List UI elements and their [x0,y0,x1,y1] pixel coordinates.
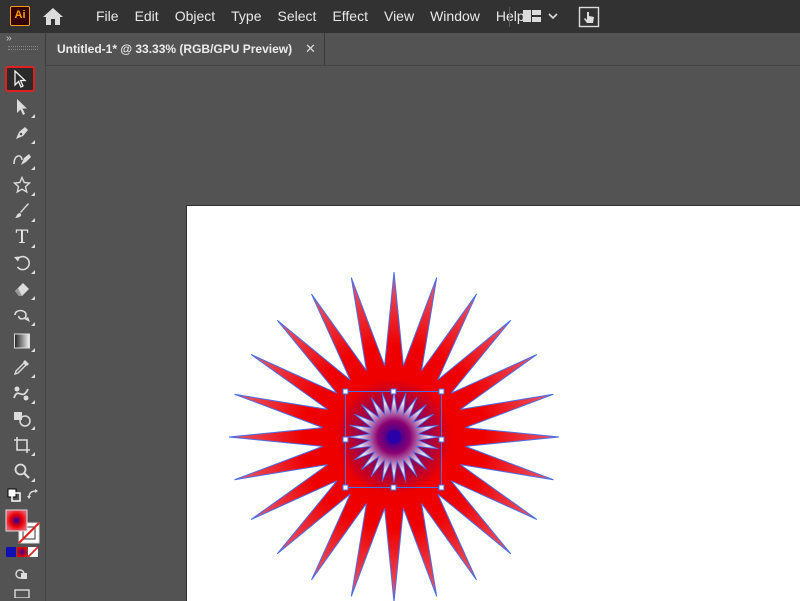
curvature-tool-icon [13,154,31,165]
fill-swatch [5,509,28,532]
drawing-mode-button[interactable] [8,565,36,583]
panel-grip[interactable] [8,46,38,50]
menu-type[interactable]: Type [223,0,269,33]
eraser-tool-button[interactable] [8,277,36,301]
type-tool-button[interactable]: T [8,225,36,249]
menu-bar: Ai File Edit Object Type Select Effect V… [0,0,800,33]
direct-selection-tool-icon [17,99,27,115]
chevron-down-icon [548,13,558,20]
fill-stroke-swatches[interactable] [5,509,41,545]
swap-fill-stroke-button[interactable] [24,485,42,505]
default-colors-icon [7,488,21,502]
document-tab-title: Untitled-1* @ 33.33% (RGB/GPU Preview) [57,42,293,56]
star-tool-icon [13,176,31,194]
menu-window[interactable]: Window [422,0,488,33]
document-tab-bar: Untitled-1* @ 33.33% (RGB/GPU Preview) ✕ [45,33,800,65]
draw-mode-icon [15,569,27,579]
touch-hand-icon [578,6,600,28]
artboard-tool-button[interactable] [8,433,36,457]
document-tab[interactable]: Untitled-1* @ 33.33% (RGB/GPU Preview) ✕ [46,33,325,65]
canvas-area[interactable] [45,65,800,601]
workspace-layout-icon [523,10,558,22]
screen-mode-icon [14,589,30,598]
artwork-layer[interactable] [46,66,800,601]
rotate-tool-icon [14,255,30,271]
menu-items: File Edit Object Type Select Effect View… [88,0,533,33]
home-icon[interactable] [42,7,64,26]
selection-handle[interactable] [438,484,445,491]
curvature-tool-button[interactable] [8,147,36,171]
tools-panel: ›› T [0,33,45,600]
selection-handle[interactable] [438,436,445,443]
pen-tool-icon [16,127,28,139]
zoom-tool-button[interactable] [8,459,36,483]
warp-tool-button[interactable] [8,303,36,327]
eraser-tool-icon [15,283,29,296]
warp-tool-icon [14,309,30,322]
menu-select[interactable]: Select [270,0,325,33]
color-mode-buttons[interactable] [5,546,41,558]
menu-object[interactable]: Object [167,0,223,33]
shape-builder-tool-button[interactable] [8,407,36,431]
gradient-tool-button[interactable] [8,329,36,353]
shape-builder-tool-icon [14,412,31,427]
inner-star-center [387,430,401,444]
touch-workspace-button[interactable] [578,6,600,28]
pen-tool-button[interactable] [8,121,36,145]
selection-handle[interactable] [342,484,349,491]
selection-handle[interactable] [342,436,349,443]
eyedropper-tool-icon [13,360,29,376]
default-fill-stroke-button[interactable] [4,485,24,505]
selection-handle[interactable] [438,388,445,395]
blend-tool-icon [13,386,29,401]
gradient-mode-icon [17,547,27,557]
direct-selection-tool-button[interactable] [8,95,36,119]
blend-tool-button[interactable] [8,381,36,405]
eyedropper-tool-button[interactable] [8,355,36,379]
rotate-tool-button[interactable] [8,251,36,275]
selection-handle[interactable] [390,388,397,395]
collapse-panel-icon[interactable]: ›› [6,33,12,44]
swap-arrows-icon [27,489,38,499]
color-mode-icon [6,547,16,557]
gradient-tool-icon [14,333,30,349]
close-icon[interactable]: ✕ [305,33,316,65]
menu-edit[interactable]: Edit [127,0,167,33]
selection-handle[interactable] [390,484,397,491]
menu-effect[interactable]: Effect [324,0,376,33]
illustrator-logo-icon: Ai [10,6,30,26]
selection-tool-icon [14,70,27,88]
menu-file[interactable]: File [88,0,127,33]
star-tool-button[interactable] [8,173,36,197]
paintbrush-tool-button[interactable] [8,199,36,223]
menu-view[interactable]: View [376,0,422,33]
type-tool-icon: T [15,226,29,248]
zoom-tool-icon [14,463,30,479]
paintbrush-tool-icon [15,203,29,218]
selection-tool-button[interactable] [5,66,35,92]
selection-handle[interactable] [342,388,349,395]
artboard-tool-icon [14,437,30,453]
screen-mode-button[interactable] [8,586,36,600]
menu-divider [509,7,510,27]
workspace-switcher-button[interactable] [522,8,562,26]
